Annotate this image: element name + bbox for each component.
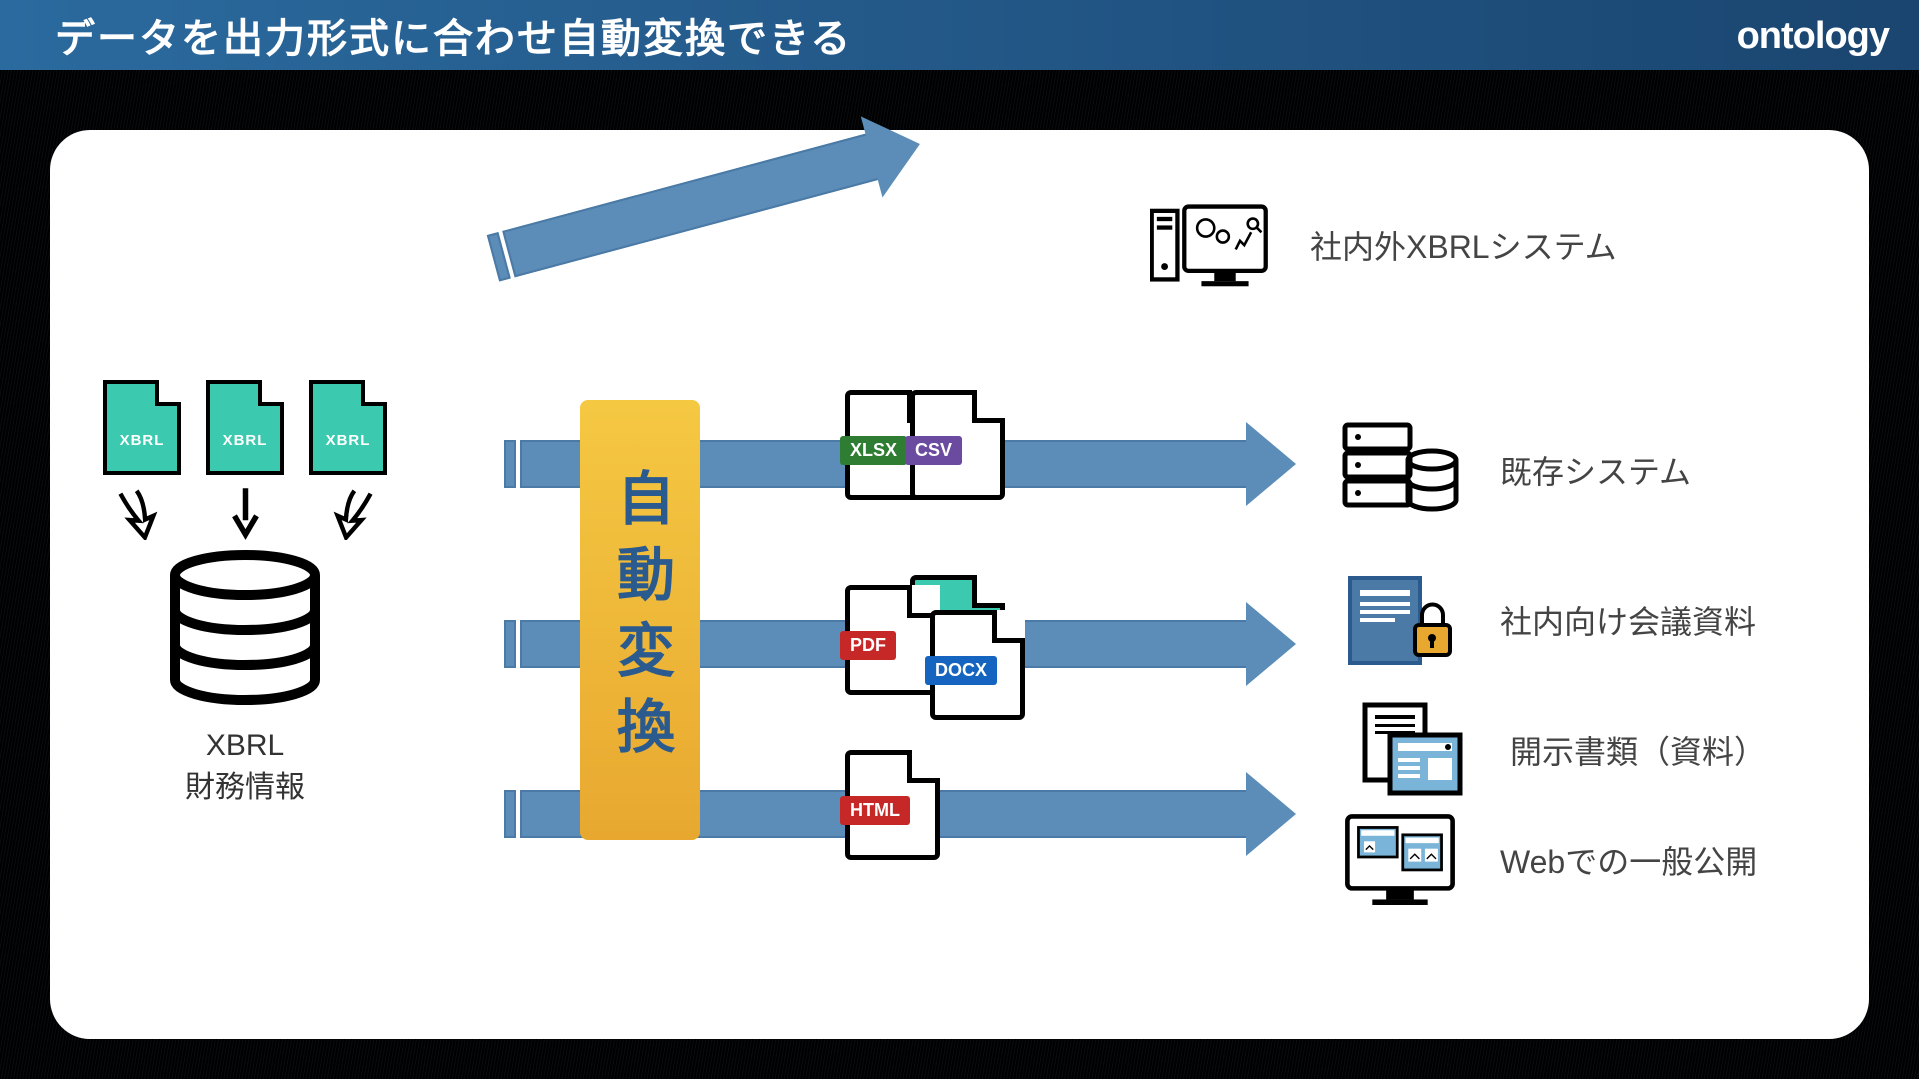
output-meeting-docs: 社内向け会議資料 xyxy=(1340,570,1756,670)
web-browser-icon xyxy=(1340,810,1460,910)
arrows-down-group xyxy=(85,485,405,545)
output-xbrl-system: 社内外XBRLシステム xyxy=(1150,195,1617,295)
arrow-down-icon xyxy=(218,485,273,545)
output-label: Webでの一般公開 xyxy=(1500,837,1757,883)
output-label: 社内外XBRLシステム xyxy=(1310,222,1617,268)
header-bar: データを出力形式に合わせ自動変換できる ontology xyxy=(0,0,1919,70)
source-caption: XBRL財務情報 xyxy=(85,725,405,809)
output-label: 既存システム xyxy=(1500,447,1691,493)
xbrl-file-group: XBRL XBRL XBRL xyxy=(85,380,405,475)
source-block: XBRL XBRL XBRL XBRL財務情報 xyxy=(85,380,405,809)
arrow-diagonal xyxy=(502,120,933,289)
output-existing-system: 既存システム xyxy=(1340,420,1691,520)
output-label: 開示書類（資料） xyxy=(1510,727,1766,773)
docx-file-icon: DOCX xyxy=(930,610,1025,720)
file-group-html: HTML xyxy=(860,750,925,860)
file-group-spreadsheet: XLSX CSV xyxy=(860,390,990,500)
output-web-public: Webでの一般公開 xyxy=(1340,810,1757,910)
content-card: XBRL XBRL XBRL XBRL財務情報 自動変換 XLSX CSV PD… xyxy=(50,130,1869,1039)
file-group-documents: PDF XBRL DOCX xyxy=(860,560,1010,720)
output-label: 社内向け会議資料 xyxy=(1500,597,1756,643)
database-icon xyxy=(85,550,405,715)
xbrl-file-icon: XBRL xyxy=(309,380,387,475)
output-disclosure-docs: 開示書類（資料） xyxy=(1350,700,1766,800)
arrow-down-icon xyxy=(323,485,378,545)
xbrl-file-icon: XBRL xyxy=(103,380,181,475)
brand-logo: ontology xyxy=(1737,15,1889,58)
documents-icon xyxy=(1350,700,1470,800)
transform-box: 自動変換 xyxy=(580,400,700,840)
arrow-down-icon xyxy=(113,485,168,545)
page-title: データを出力形式に合わせ自動変換できる xyxy=(55,6,852,64)
server-database-icon xyxy=(1340,420,1460,520)
csv-file-icon: CSV xyxy=(910,390,1005,500)
computer-server-icon xyxy=(1150,195,1270,295)
transform-label: 自動変換 xyxy=(598,468,682,772)
locked-document-icon xyxy=(1340,570,1460,670)
html-file-icon: HTML xyxy=(845,750,940,860)
xbrl-file-icon: XBRL xyxy=(206,380,284,475)
